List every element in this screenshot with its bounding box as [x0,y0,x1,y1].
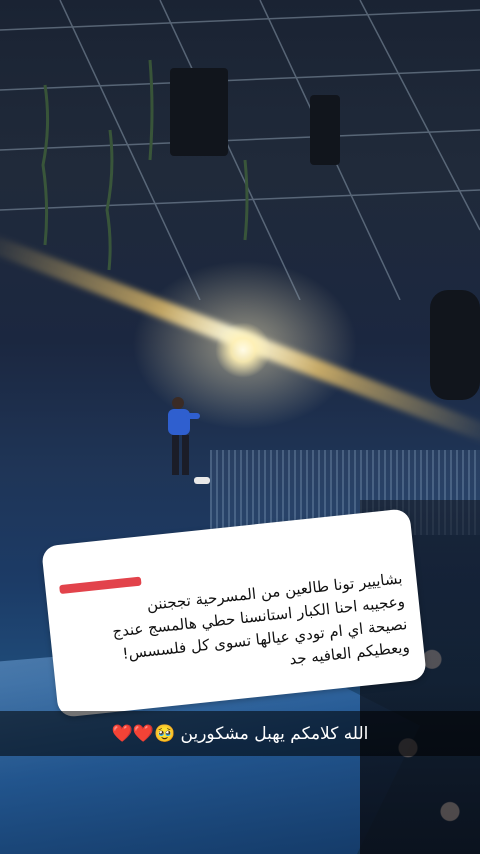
story-background: بشاييير تونا طالعين من المسرحية تججننن و… [0,0,480,854]
caption-text: الله كلامكم يهبل مشكورين 🥹❤️❤️ [111,723,369,744]
speaker-icon [170,68,228,156]
light-flare [215,322,271,378]
speaker-icon [310,95,340,165]
stage-light-icon [430,290,480,400]
caption-bar: الله كلامكم يهبل مشكورين 🥹❤️❤️ [0,711,480,756]
redacted-sender-name [59,576,142,595]
performer-figure-icon [168,397,210,484]
ceiling-truss-icon [0,0,480,300]
